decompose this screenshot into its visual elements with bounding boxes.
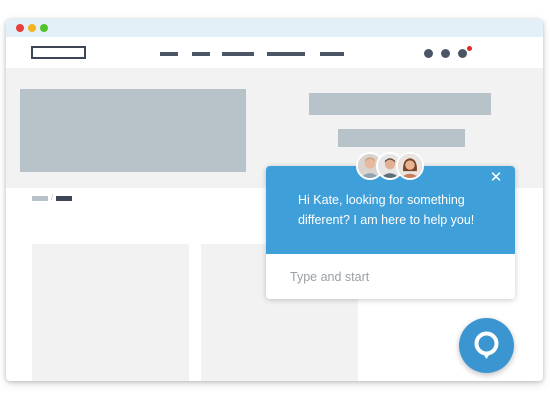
nav-icon-2[interactable] xyxy=(441,49,450,58)
window-close-button[interactable] xyxy=(16,24,24,32)
hero-heading-placeholder xyxy=(309,93,491,115)
nav-link-2[interactable] xyxy=(192,52,210,56)
nav-link-1[interactable] xyxy=(160,52,178,56)
chat-input[interactable] xyxy=(266,254,515,299)
breadcrumb-item-1[interactable] xyxy=(32,196,48,201)
nav-link-4[interactable] xyxy=(267,52,305,56)
window-titlebar xyxy=(6,19,543,37)
close-icon[interactable]: ✕ xyxy=(488,170,504,186)
breadcrumb-item-2 xyxy=(56,196,72,201)
breadcrumb-separator: / xyxy=(51,193,54,202)
window-maximize-button[interactable] xyxy=(40,24,48,32)
nav-icon-3[interactable] xyxy=(458,49,467,58)
chat-bubble-icon xyxy=(474,331,499,359)
hero-subheading-placeholder xyxy=(338,129,465,147)
agent-avatar-3 xyxy=(396,152,424,180)
window-minimize-button[interactable] xyxy=(28,24,36,32)
logo-placeholder[interactable] xyxy=(31,46,86,59)
agent-avatars xyxy=(356,152,428,180)
nav-link-5[interactable] xyxy=(320,52,344,56)
chat-launcher-button[interactable] xyxy=(459,318,514,373)
nav-icon-1[interactable] xyxy=(424,49,433,58)
hero-image-placeholder xyxy=(20,89,246,172)
scroll-edge xyxy=(539,319,543,359)
notification-dot xyxy=(467,46,472,51)
content-card-1[interactable] xyxy=(32,244,189,381)
nav-link-3[interactable] xyxy=(222,52,254,56)
chat-widget: Hi Kate, looking for something different… xyxy=(266,152,515,299)
site-navbar xyxy=(6,37,543,68)
chat-greeting-message: Hi Kate, looking for something different… xyxy=(298,193,475,227)
